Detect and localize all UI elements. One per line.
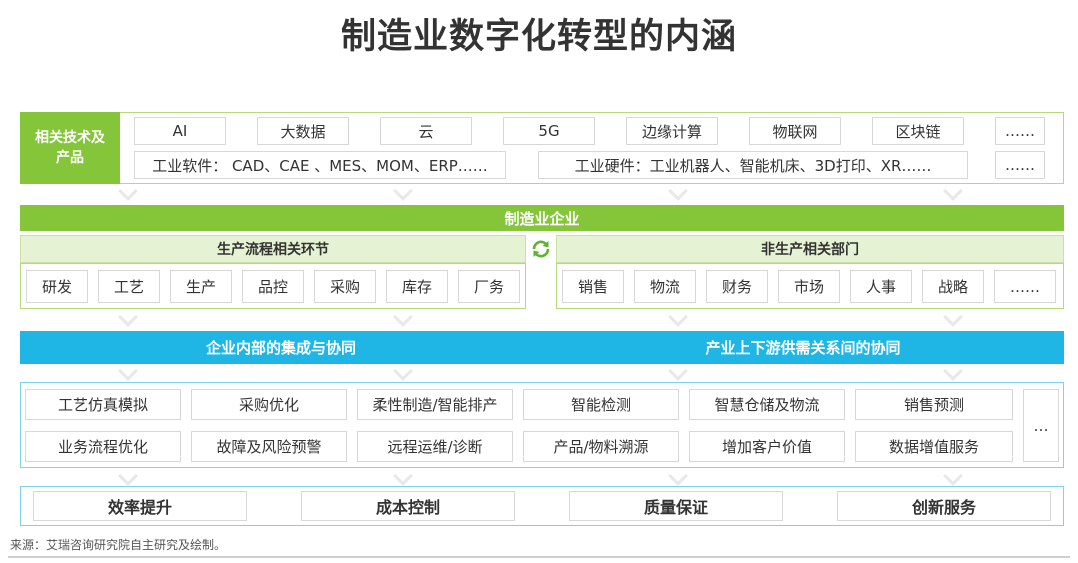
tech-item-more: …… (995, 117, 1045, 145)
app-workflow-optimization: 业务流程优化 (25, 431, 181, 462)
source-note: 来源：艾瑞咨询研究院自主研究及绘制。 (10, 538, 227, 552)
outcome-efficiency: 效率提升 (33, 491, 247, 521)
app-flexible-manufacturing: 柔性制造/智能排产 (357, 389, 513, 420)
external-collab-bar: 产业上下游供需关系间的协同 (542, 331, 1064, 364)
nonprod-item-strategy: 战略 (922, 270, 984, 303)
tech-item-ai: AI (134, 117, 226, 145)
chevron-down-icon (118, 466, 138, 486)
chevron-down-icon (668, 307, 688, 327)
chevron-down-icon (118, 181, 138, 201)
outcome-cost-control: 成本控制 (301, 491, 515, 521)
enterprise-title: 制造业企业 (20, 205, 1064, 231)
chevron-down-icon (118, 361, 138, 381)
chevron-down-icon (943, 307, 963, 327)
app-remote-maintenance: 远程运维/诊断 (357, 431, 513, 462)
tech-hardware: 工业硬件：工业机器人、智能机床、3D打印、XR…… (538, 151, 968, 179)
app-more: … (1023, 389, 1059, 462)
production-item-inventory: 库存 (386, 270, 448, 303)
app-customer-value: 增加客户价值 (689, 431, 845, 462)
nonprod-title: 非生产相关部门 (556, 235, 1064, 263)
internal-collab-bar: 企业内部的集成与协同 (20, 331, 542, 364)
chevron-down-icon (668, 361, 688, 381)
tech-item-iot: 物联网 (749, 117, 841, 145)
chevron-down-icon (668, 181, 688, 201)
tech-row2-more: …… (995, 151, 1045, 179)
chevron-down-icon (393, 361, 413, 381)
tech-item-cloud: 云 (380, 117, 472, 145)
tech-label: 相关技术及产品 (20, 112, 120, 184)
production-item-rnd: 研发 (26, 270, 88, 303)
outcome-quality: 质量保证 (569, 491, 783, 521)
production-item-process: 工艺 (98, 270, 160, 303)
chevron-down-icon (943, 466, 963, 486)
production-item-facilities: 厂务 (458, 270, 520, 303)
chevron-down-icon (943, 361, 963, 381)
nonprod-item-hr: 人事 (850, 270, 912, 303)
nonprod-item-marketing: 市场 (778, 270, 840, 303)
nonprod-item-finance: 财务 (706, 270, 768, 303)
nonprod-item-more: …… (994, 270, 1056, 303)
tech-item-blockchain: 区块链 (872, 117, 964, 145)
nonprod-item-logistics: 物流 (634, 270, 696, 303)
production-item-manufacture: 生产 (170, 270, 232, 303)
chevron-down-icon (118, 307, 138, 327)
tech-item-edge-computing: 边缘计算 (626, 117, 718, 145)
production-item-qc: 品控 (242, 270, 304, 303)
chevron-down-icon (668, 466, 688, 486)
chevron-down-icon (393, 466, 413, 486)
chevron-down-icon (943, 181, 963, 201)
nonprod-item-sales: 销售 (562, 270, 624, 303)
app-purchase-optimization: 采购优化 (191, 389, 347, 420)
tech-item-big-data: 大数据 (257, 117, 349, 145)
footer-divider (8, 556, 1070, 558)
tech-item-5g: 5G (503, 117, 595, 145)
refresh-cycle-icon (530, 238, 552, 260)
app-data-services: 数据增值服务 (855, 431, 1013, 462)
app-traceability: 产品/物料溯源 (523, 431, 679, 462)
app-process-simulation: 工艺仿真模拟 (25, 389, 181, 420)
outcome-innovation: 创新服务 (837, 491, 1051, 521)
chevron-down-icon (393, 181, 413, 201)
app-sales-forecast: 销售预测 (855, 389, 1013, 420)
page-title: 制造业数字化转型的内涵 (340, 17, 737, 57)
production-item-purchase: 采购 (314, 270, 376, 303)
app-smart-warehousing: 智慧仓储及物流 (689, 389, 845, 420)
app-smart-inspection: 智能检测 (523, 389, 679, 420)
chevron-down-icon (393, 307, 413, 327)
production-title: 生产流程相关环节 (20, 235, 526, 263)
app-fault-warning: 故障及风险预警 (191, 431, 347, 462)
tech-software: 工业软件： CAD、CAE 、MES、MOM、ERP…… (134, 151, 506, 179)
